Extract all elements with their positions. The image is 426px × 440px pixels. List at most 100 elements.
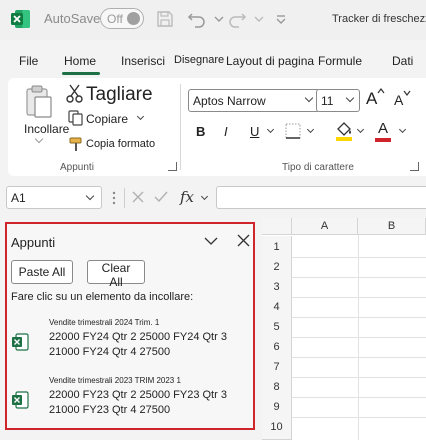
fill-color-icon[interactable]: [334, 120, 354, 142]
format-painter-icon[interactable]: [68, 136, 84, 152]
formula-bar-grip-icon[interactable]: [112, 190, 116, 206]
shrink-arrow-icon: [403, 90, 411, 96]
autosave-label: AutoSave: [44, 11, 101, 26]
clipboard-pane-title: Appunti: [11, 235, 56, 250]
grow-font-button[interactable]: A: [366, 89, 377, 109]
font-color-button[interactable]: A: [378, 120, 388, 137]
grid-line: [292, 297, 426, 298]
row-header[interactable]: 10: [262, 416, 292, 440]
scissors-icon[interactable]: [66, 84, 84, 104]
ribbon-home: Incollare Tagliare Copiare Copia formato…: [8, 78, 426, 176]
copy-chevron-down-icon[interactable]: [136, 112, 145, 121]
row-header[interactable]: 2: [262, 256, 292, 278]
group-separator: [180, 84, 181, 170]
grid-line: [292, 317, 426, 318]
copy-icon[interactable]: [68, 110, 84, 126]
font-size-value: 11: [321, 94, 334, 108]
title-bar: AutoSave Off Tracker di freschezza: [0, 0, 426, 40]
borders-icon[interactable]: [284, 122, 302, 140]
font-name-dropdown[interactable]: Aptos Narrow: [188, 89, 320, 112]
column-header-b[interactable]: B: [358, 218, 426, 235]
grid-line: [292, 257, 426, 258]
pane-options-chevron-down-icon[interactable]: [203, 235, 219, 247]
cancel-icon[interactable]: [131, 190, 145, 204]
tab-draw[interactable]: Disegnare: [174, 54, 224, 66]
grid-line: [292, 417, 426, 418]
row-header[interactable]: 4: [262, 296, 292, 318]
clipboard-item-title: Vendite trimestrali 2023 TRIM 2023 1: [49, 376, 181, 385]
clipboard-pane: Appunti Paste All Clear All Fare clic su…: [5, 222, 255, 430]
tab-formulas[interactable]: Formule: [318, 54, 362, 68]
name-box[interactable]: A1: [6, 186, 102, 209]
font-group-label: Tipo di carattere: [282, 162, 354, 173]
italic-button[interactable]: I: [224, 124, 228, 139]
autosave-toggle[interactable]: Off: [100, 8, 144, 29]
fill-color-chevron-down-icon[interactable]: [356, 125, 365, 134]
clipboard-item[interactable]: Vendite trimestrali 2023 TRIM 2023 1 220…: [9, 376, 251, 426]
clipboard-item[interactable]: Vendite trimestrali 2024 Trim. 1 22000 F…: [9, 318, 251, 368]
row-header[interactable]: 7: [262, 356, 292, 378]
row-header[interactable]: 5: [262, 316, 292, 338]
row-header[interactable]: 3: [262, 276, 292, 298]
font-color-swatch: [375, 138, 391, 142]
clear-all-button[interactable]: Clear All: [87, 260, 145, 289]
active-tab-indicator: [62, 72, 100, 75]
clipboard-item-title: Vendite trimestrali 2024 Trim. 1: [49, 318, 160, 327]
grid-line: [292, 337, 426, 338]
paste-button-label[interactable]: Incollare: [24, 122, 69, 136]
select-all-corner[interactable]: [262, 218, 292, 235]
font-name-value: Aptos Narrow: [193, 94, 266, 108]
close-icon[interactable]: [237, 234, 250, 247]
underline-button[interactable]: U: [250, 124, 259, 139]
row-header[interactable]: 9: [262, 396, 292, 418]
paste-all-button[interactable]: Paste All: [11, 260, 73, 284]
redo-icon[interactable]: [226, 8, 248, 30]
insert-function-button[interactable]: fx: [180, 188, 194, 206]
row-header[interactable]: 6: [262, 336, 292, 358]
tab-file[interactable]: File: [19, 54, 38, 68]
paste-chevron-down-icon[interactable]: [34, 134, 44, 144]
tab-page-layout[interactable]: Layout di pagina: [226, 54, 314, 68]
borders-chevron-down-icon[interactable]: [306, 125, 315, 134]
font-size-dropdown[interactable]: 11: [316, 89, 360, 112]
tab-home[interactable]: Home: [64, 54, 96, 68]
formula-input[interactable]: [216, 186, 426, 209]
paste-icon[interactable]: [24, 84, 54, 120]
toggle-knob: [127, 12, 140, 25]
chevron-down-icon[interactable]: [85, 191, 95, 201]
clipboard-item-content: 22000 FY24 Qtr 2 25000 FY24 Qtr 3 21000 …: [49, 331, 227, 358]
bold-button[interactable]: B: [196, 124, 205, 139]
row-header[interactable]: 8: [262, 376, 292, 398]
grid-line: [292, 277, 426, 278]
tab-insert[interactable]: Inserisci: [121, 54, 165, 68]
cut-button-label[interactable]: Tagliare: [86, 84, 153, 106]
font-color-chevron-down-icon[interactable]: [398, 125, 407, 134]
clipboard-item-content: 22000 FY23 Qtr 2 25000 FY23 Qtr 3 21000 …: [49, 389, 227, 416]
clipboard-launcher-icon[interactable]: [168, 162, 177, 171]
undo-icon[interactable]: [186, 8, 208, 30]
underline-chevron-down-icon[interactable]: [266, 125, 275, 134]
chevron-down-icon: [304, 93, 314, 103]
tab-data[interactable]: Dati: [392, 54, 413, 68]
excel-logo-icon: [11, 10, 30, 28]
column-header-a[interactable]: A: [292, 218, 358, 235]
grow-arrow-icon: [377, 88, 385, 94]
grid-line: [292, 377, 426, 378]
formula-separator: [124, 188, 125, 208]
row-header[interactable]: 1: [262, 236, 292, 258]
font-launcher-icon[interactable]: [410, 162, 419, 171]
redo-dropdown-icon[interactable]: [248, 8, 270, 30]
confirm-check-icon[interactable]: [153, 190, 169, 204]
clipboard-hint: Fare clic su un elemento da incollare:: [11, 291, 194, 303]
copy-button-label[interactable]: Copiare: [86, 112, 128, 126]
save-icon[interactable]: [154, 8, 176, 30]
chevron-down-icon: [345, 93, 355, 103]
customize-toolbar-icon[interactable]: [270, 8, 292, 30]
format-painter-label[interactable]: Copia formato: [86, 138, 155, 150]
shrink-font-button[interactable]: A: [394, 92, 403, 108]
document-title: Tracker di freschezza: [332, 13, 426, 25]
grid-line: [292, 397, 426, 398]
excel-file-icon: [12, 333, 29, 351]
grid-line: [292, 357, 426, 358]
clipboard-group-label: Appunti: [60, 162, 94, 173]
